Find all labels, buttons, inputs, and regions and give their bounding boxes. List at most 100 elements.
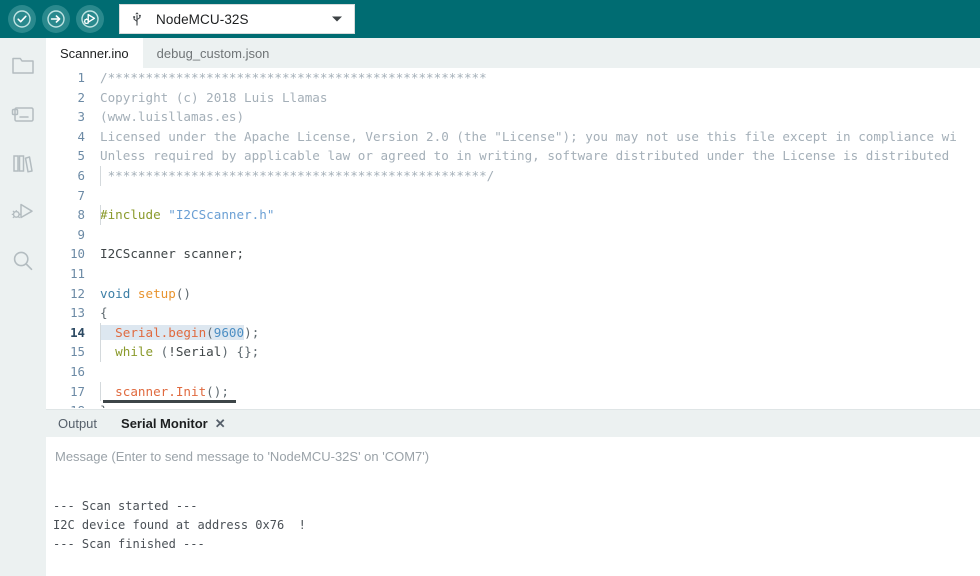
line-content: I2CScanner scanner;: [94, 244, 244, 264]
line-number: 16: [70, 363, 85, 379]
line-content: Unless required by applicable law or agr…: [94, 146, 949, 166]
code-line: 14 Serial.begin(9600);: [46, 322, 980, 343]
line-content: #include "I2CScanner.h": [94, 205, 274, 225]
serial-output-line: --- Scan started ---: [53, 499, 198, 513]
code-token: I2CScanner scanner;: [100, 246, 245, 262]
line-number: 10: [70, 246, 85, 262]
code-line: 2 Copyright (c) 2018 Luis Llamas: [46, 88, 980, 108]
main-toolbar: NodeMCU-32S: [0, 0, 980, 38]
editor-tab-bar: Scanner.ino debug_custom.json: [46, 38, 980, 68]
line-number: 15: [70, 344, 85, 360]
code-token: Copyright (c) 2018 Luis Llamas: [100, 89, 328, 105]
code-token: Licensed under the Apache License, Versi…: [100, 128, 957, 144]
usb-icon: [130, 11, 144, 27]
serial-output-line: I2C device found at address 0x76 !: [53, 518, 306, 532]
code-line: 8 #include "I2CScanner.h": [46, 205, 980, 225]
code-token: Unless required by applicable law or agr…: [100, 148, 950, 164]
debug-icon: [10, 201, 36, 228]
code-token: ();: [206, 383, 229, 399]
code-line: 5 Unless required by applicable law or ag…: [46, 146, 980, 166]
tab-label: Scanner.ino: [60, 45, 129, 61]
code-token: setup: [137, 285, 176, 301]
code-token: scanner.Init: [100, 383, 207, 399]
sidebar-item-debug[interactable]: [6, 199, 40, 229]
sidebar-item-search[interactable]: [6, 248, 40, 278]
line-content: /***************************************…: [94, 68, 487, 88]
line-number: 4: [77, 128, 85, 144]
line-number: 7: [77, 187, 85, 203]
serial-output-line: [53, 554, 980, 573]
code-line: 7: [46, 186, 980, 206]
toolbar-button-group: [0, 5, 104, 33]
board-selector[interactable]: NodeMCU-32S: [119, 4, 355, 34]
sidebar-item-library-manager[interactable]: [6, 150, 40, 180]
tab-debug-custom-json[interactable]: debug_custom.json: [143, 38, 284, 68]
code-line: 13 {: [46, 303, 980, 323]
line-content: Licensed under the Apache License, Versi…: [94, 127, 957, 147]
code-token: ;: [251, 324, 260, 340]
code-token: "I2CScanner.h": [168, 207, 275, 223]
debug-play-icon: [81, 10, 99, 28]
line-number: 13: [70, 305, 85, 321]
sidebar-item-sketchbook[interactable]: [6, 52, 40, 82]
serial-monitor-panel: --- Scan started --- I2C device found at …: [46, 437, 980, 576]
code-editor[interactable]: 1 /**************************************…: [46, 68, 980, 408]
tab-label: Output: [58, 416, 98, 431]
books-icon: [11, 152, 35, 179]
arrow-right-icon: [47, 10, 65, 28]
code-line: 6 **************************************…: [46, 165, 980, 186]
upload-button[interactable]: [42, 5, 70, 33]
code-line: 3 (www.luisllamas.es): [46, 107, 980, 127]
line-content: void setup(): [94, 284, 191, 304]
code-token: ): [244, 324, 252, 340]
line-number: 6: [77, 167, 85, 183]
debug-button[interactable]: [76, 5, 104, 33]
tab-scanner-ino[interactable]: Scanner.ino: [46, 38, 143, 68]
line-number: 17: [70, 383, 85, 399]
line-number: 3: [77, 109, 85, 125]
line-content: (www.luisllamas.es): [94, 107, 244, 127]
code-line: 17 scanner.Init();: [46, 381, 980, 402]
tab-label: debug_custom.json: [156, 45, 270, 61]
code-line: 12 void setup(): [46, 284, 980, 304]
activity-bar: [0, 38, 46, 576]
magnifier-icon: [11, 249, 35, 278]
code-line: 16: [46, 362, 980, 382]
check-icon: [13, 10, 31, 28]
code-line: 4 Licensed under the Apache License, Vers…: [46, 127, 980, 147]
bottom-panel-tab-bar: Output Serial Monitor ✕: [46, 409, 980, 437]
arduino-ide-window: NodeMCU-32S Scanner.ino debug_custom.jso…: [0, 0, 980, 576]
line-content: scanner.Init();: [94, 381, 229, 402]
code-token: !Serial: [168, 344, 222, 360]
serial-message-input[interactable]: [46, 437, 980, 475]
code-lines: 1 /**************************************…: [46, 68, 980, 408]
close-icon[interactable]: ✕: [215, 416, 226, 432]
line-number: 12: [70, 285, 85, 301]
code-token: (www.luisllamas.es): [100, 109, 245, 125]
serial-output: --- Scan started --- I2C device found at …: [46, 497, 980, 576]
line-number: 9: [77, 226, 85, 242]
code-token: 9600: [213, 324, 245, 340]
code-token: while: [100, 344, 161, 360]
code-line: 1 /**************************************…: [46, 68, 980, 88]
code-token: void: [100, 285, 138, 301]
line-content: Copyright (c) 2018 Luis Llamas: [94, 88, 327, 108]
code-token: }: [100, 403, 108, 408]
code-token: ) {};: [221, 344, 260, 360]
code-line: 11: [46, 264, 980, 284]
sidebar-item-boards-manager[interactable]: [6, 101, 40, 131]
tab-label: Serial Monitor: [121, 416, 208, 431]
line-content: Serial.begin(9600);: [94, 322, 260, 343]
code-token: Serial.begin: [100, 324, 207, 340]
code-token: ****************************************…: [100, 167, 495, 183]
line-number: 1: [77, 70, 85, 85]
serial-output-line: --- Scan finished ---: [53, 537, 205, 551]
editor-horizontal-scrollbar[interactable]: [103, 400, 236, 403]
line-number: 18: [46, 401, 94, 408]
verify-button[interactable]: [8, 5, 36, 33]
tab-output[interactable]: Output: [46, 410, 109, 438]
line-number: 2: [77, 89, 85, 105]
tab-serial-monitor[interactable]: Serial Monitor ✕: [109, 410, 238, 438]
chevron-down-icon[interactable]: [332, 16, 342, 22]
code-token: #include: [100, 207, 169, 223]
